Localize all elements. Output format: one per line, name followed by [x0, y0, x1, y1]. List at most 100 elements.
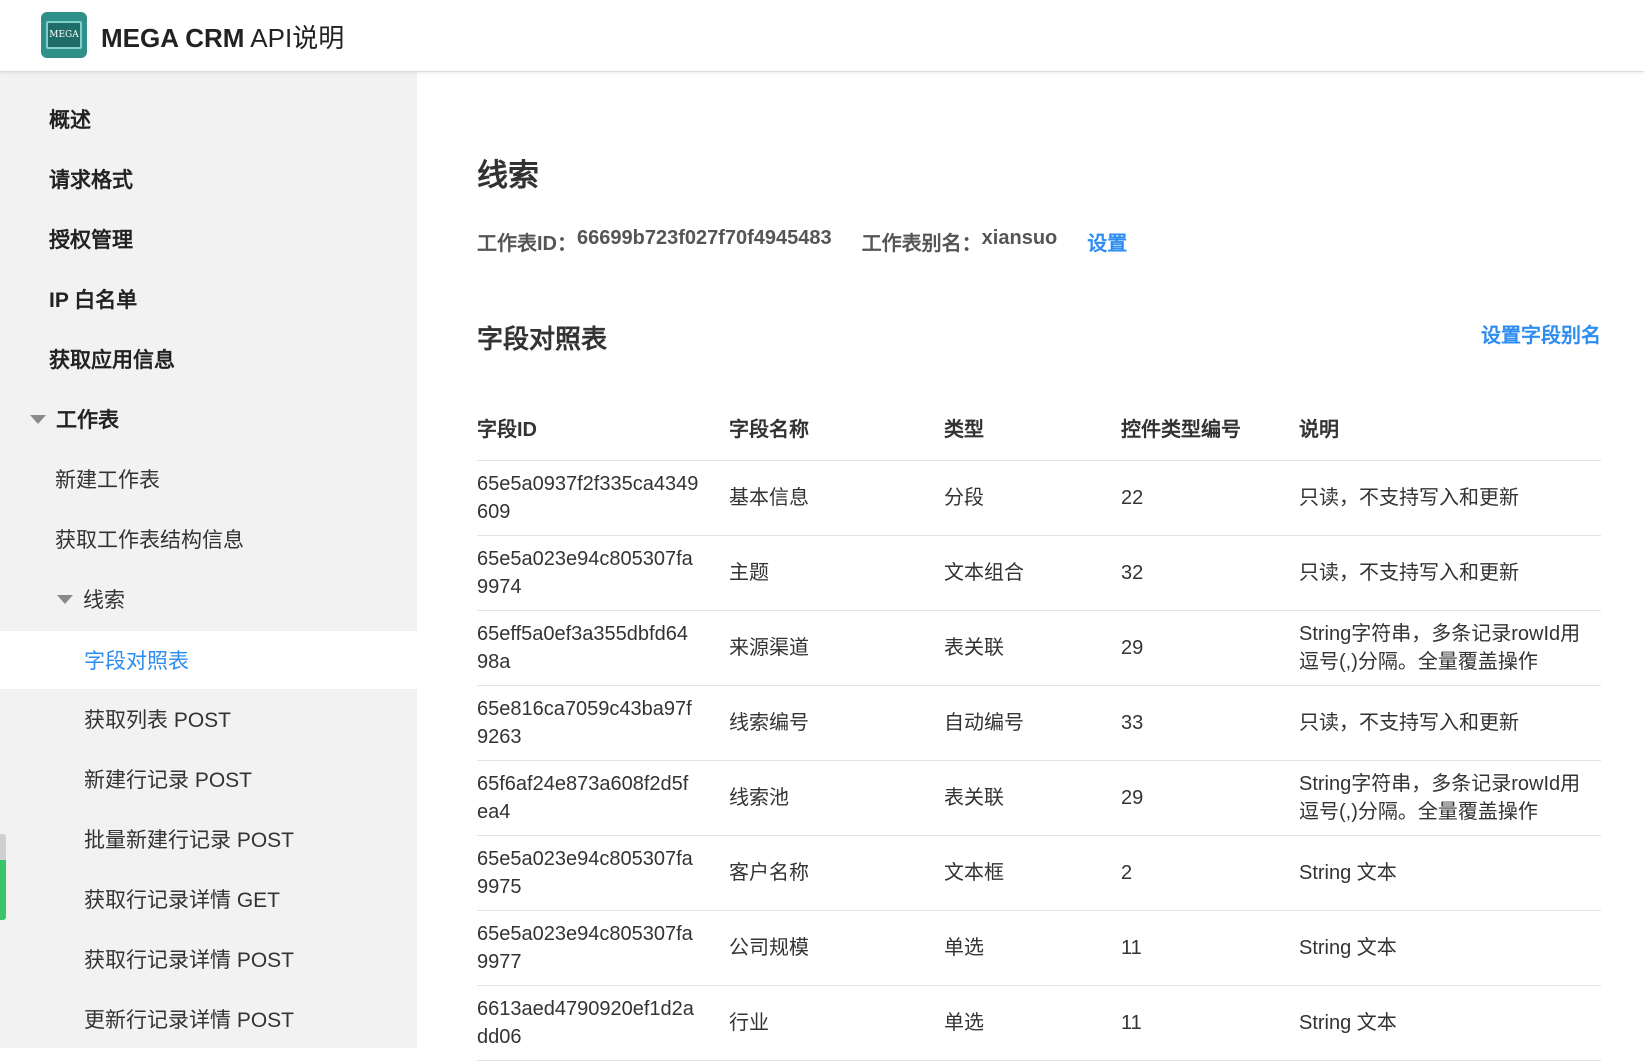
control-type-cell: 32	[1121, 535, 1299, 611]
sidebar-item-request-format[interactable]: 请求格式	[0, 151, 417, 207]
control-type-cell: 33	[1121, 685, 1299, 761]
description-cell: 只读，不支持写入和更新	[1299, 535, 1601, 611]
field-type-cell: 文本框	[944, 835, 1121, 911]
control-type-cell: 2	[1121, 835, 1299, 911]
sidebar-item-label: 字段对照表	[84, 650, 189, 673]
field-type-cell: 表关联	[944, 610, 1121, 686]
field-name-cell: 线索池	[729, 760, 944, 836]
table-row: 6613aed4790920ef1d2add06 行业 单选 11 String…	[477, 985, 1601, 1061]
caret-down-icon[interactable]	[57, 594, 73, 604]
top-header: MEGA MEGA CRM API说明	[0, 0, 1644, 72]
field-type-cell: 表关联	[944, 760, 1121, 836]
field-id-cell: 65e5a023e94c805307fa9977	[477, 910, 729, 986]
field-type-cell: 单选	[944, 910, 1121, 986]
description-cell: 只读，不支持写入和更新	[1299, 460, 1601, 536]
sidebar-item-overview[interactable]: 概述	[0, 91, 417, 147]
field-id-cell: 65eff5a0ef3a355dbfd6498a	[477, 610, 729, 686]
app-title: MEGA CRM API说明	[101, 18, 344, 55]
sidebar-item-label: 新建工作表	[55, 469, 160, 492]
field-name-cell: 线索编号	[729, 685, 944, 761]
control-type-cell: 11	[1121, 910, 1299, 986]
table-row: 65eff5a0ef3a355dbfd6498a 来源渠道 表关联 29 Str…	[477, 610, 1601, 686]
floating-scroll-handle[interactable]	[0, 834, 6, 920]
column-header: 字段名称	[729, 394, 944, 461]
control-type-cell: 11	[1121, 985, 1299, 1061]
sidebar-item-leads[interactable]: 线索	[0, 571, 417, 627]
sidebar-item-label: 线索	[83, 589, 125, 612]
meta-spacer	[832, 227, 862, 256]
control-type-cell: 22	[1121, 460, 1299, 536]
description-cell: 只读，不支持写入和更新	[1299, 685, 1601, 761]
sidebar-item-label: 新建行记录 POST	[84, 769, 253, 792]
sidebar-item-get-list[interactable]: 获取列表 POST	[0, 691, 417, 747]
control-type-cell: 29	[1121, 610, 1299, 686]
field-type-cell: 单选	[944, 985, 1121, 1061]
column-header: 类型	[944, 394, 1121, 461]
sidebar-item-new-row[interactable]: 新建行记录 POST	[0, 751, 417, 807]
sidebar-item-label: 获取工作表结构信息	[55, 529, 244, 552]
sidebar-item-get-row-post[interactable]: 获取行记录详情 POST	[0, 931, 417, 987]
sidebar-item-label: 获取列表 POST	[84, 709, 232, 732]
field-name-cell: 基本信息	[729, 460, 944, 536]
sidebar-item-worksheet[interactable]: 工作表	[0, 391, 417, 447]
sidebar-item-new-worksheet[interactable]: 新建工作表	[0, 451, 417, 507]
field-type-cell: 自动编号	[944, 685, 1121, 761]
worksheet-alias-value: xiansuo	[981, 227, 1058, 249]
field-type-cell: 文本组合	[944, 535, 1121, 611]
page-title: 线索	[477, 158, 539, 193]
sidebar-item-label: 获取应用信息	[49, 349, 175, 372]
field-id-cell: 6613aed4790920ef1d2add06	[477, 985, 729, 1061]
sidebar-item-auth[interactable]: 授权管理	[0, 211, 417, 267]
worksheet-alias-label: 工作表别名：	[861, 233, 982, 255]
sidebar-item-field-mapping[interactable]: 字段对照表	[0, 631, 417, 689]
sidebar-item-get-row-get[interactable]: 获取行记录详情 GET	[0, 871, 417, 927]
sidebar-item-label: 授权管理	[49, 229, 133, 252]
sidebar-item-label: 获取行记录详情 POST	[84, 949, 295, 972]
sidebar-item-label: 工作表	[56, 409, 119, 432]
field-id-cell: 65e5a0937f2f335ca4349609	[477, 460, 729, 536]
description-cell: String 文本	[1299, 985, 1601, 1061]
table-row: 65e5a023e94c805307fa9975 客户名称 文本框 2 Stri…	[477, 835, 1601, 911]
column-header: 说明	[1299, 394, 1601, 461]
section-title: 字段对照表	[477, 324, 608, 354]
caret-down-icon[interactable]	[30, 414, 46, 424]
sidebar-nav: 概述 请求格式 授权管理 IP 白名单 获取应用信息 工作表 新建工作表 获取工…	[0, 72, 417, 1048]
description-cell: String 文本	[1299, 910, 1601, 986]
sidebar-item-label: 请求格式	[49, 169, 133, 192]
sidebar-item-label: 更新行记录详情 POST	[84, 1009, 295, 1032]
sidebar-item-worksheet-structure[interactable]: 获取工作表结构信息	[0, 511, 417, 567]
table-header-row: 字段ID 字段名称 类型 控件类型编号 说明	[477, 394, 1601, 461]
main-content: 线索 工作表ID： 66699b723f027f70f4945483 工作表别名…	[417, 72, 1644, 1061]
set-field-alias-link[interactable]: 设置字段别名	[1481, 319, 1601, 348]
field-name-cell: 来源渠道	[729, 610, 944, 686]
field-name-cell: 客户名称	[729, 835, 944, 911]
field-type-cell: 分段	[944, 460, 1121, 536]
description-cell: String字符串，多条记录rowId用逗号(,)分隔。全量覆盖操作	[1299, 760, 1601, 836]
field-id-cell: 65f6af24e873a608f2d5fea4	[477, 760, 729, 836]
field-id-cell: 65e5a023e94c805307fa9974	[477, 535, 729, 611]
sidebar-item-label: 概述	[49, 109, 91, 132]
mega-logo[interactable]: MEGA	[41, 12, 87, 58]
field-id-cell: 65e816ca7059c43ba97f9263	[477, 685, 729, 761]
settings-link[interactable]: 设置	[1087, 227, 1127, 256]
table-row: 65f6af24e873a608f2d5fea4 线索池 表关联 29 Stri…	[477, 760, 1601, 836]
field-name-cell: 行业	[729, 985, 944, 1061]
logo-badge: MEGA	[46, 21, 82, 49]
sidebar-item-label: IP 白名单	[49, 289, 138, 312]
worksheet-id-label: 工作表ID：	[477, 233, 577, 255]
field-name-cell: 公司规模	[729, 910, 944, 986]
sidebar-item-ip-whitelist[interactable]: IP 白名单	[0, 271, 417, 327]
table-row: 65e5a0937f2f335ca4349609 基本信息 分段 22 只读，不…	[477, 460, 1601, 536]
table-row: 65e5a023e94c805307fa9977 公司规模 单选 11 Stri…	[477, 910, 1601, 986]
sidebar-item-update-row[interactable]: 更新行记录详情 POST	[0, 991, 417, 1047]
sidebar-item-batch-new-rows[interactable]: 批量新建行记录 POST	[0, 811, 417, 867]
sidebar-item-label: 批量新建行记录 POST	[84, 829, 295, 852]
field-name-cell: 主题	[729, 535, 944, 611]
app-brand: MEGA CRM	[101, 23, 245, 53]
table-row: 65e816ca7059c43ba97f9263 线索编号 自动编号 33 只读…	[477, 685, 1601, 761]
column-header: 字段ID	[477, 394, 729, 461]
field-mapping-table: 字段ID 字段名称 类型 控件类型编号 说明 65e5a0937f2f335ca…	[477, 394, 1601, 1061]
sidebar-item-label: 获取行记录详情 GET	[84, 889, 281, 912]
sidebar-item-app-info[interactable]: 获取应用信息	[0, 331, 417, 387]
app-subtitle: API说明	[250, 23, 345, 53]
